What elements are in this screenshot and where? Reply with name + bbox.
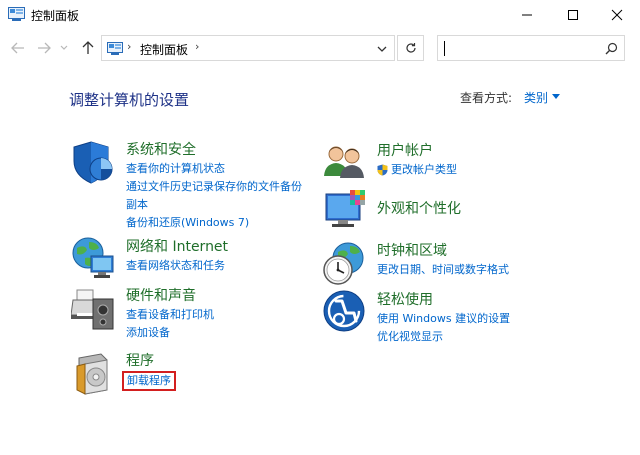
caret-down-icon[interactable] xyxy=(552,94,560,99)
window-title: 控制面板 xyxy=(31,9,80,23)
link-add-device[interactable]: 添加设备 xyxy=(126,324,214,342)
category-title[interactable]: 程序 xyxy=(126,350,154,370)
maximize-button[interactable] xyxy=(550,0,596,30)
back-button[interactable] xyxy=(8,38,28,58)
refresh-button[interactable] xyxy=(397,35,424,61)
breadcrumb-control-panel[interactable]: 控制面板 xyxy=(140,41,188,58)
link-optimize-visual-display[interactable]: 优化视觉显示 xyxy=(377,328,510,346)
link-view-network-status[interactable]: 查看网络状态和任务 xyxy=(126,257,225,275)
category-title[interactable]: 用户帐户 xyxy=(377,140,433,160)
category-title[interactable]: 系统和安全 xyxy=(126,139,196,159)
breadcrumb-separator-icon[interactable]: › xyxy=(195,40,199,53)
arrow-left-icon xyxy=(11,42,24,54)
link-view-computer-status[interactable]: 查看你的计算机状态 xyxy=(126,160,302,178)
chevron-down-icon xyxy=(60,45,68,50)
search-icon[interactable] xyxy=(605,42,618,55)
maximize-icon xyxy=(568,10,578,20)
users-icon[interactable] xyxy=(322,140,368,186)
shield-icon[interactable] xyxy=(71,139,117,185)
category-title[interactable]: 硬件和声音 xyxy=(126,285,196,305)
search-input[interactable] xyxy=(437,35,625,61)
minimize-icon xyxy=(522,14,532,16)
text-caret xyxy=(444,41,445,56)
clock-globe-icon[interactable] xyxy=(322,240,368,286)
printer-icon[interactable] xyxy=(71,285,117,331)
close-button[interactable] xyxy=(594,0,640,30)
chevron-down-icon[interactable] xyxy=(376,43,388,55)
link-file-history-backup[interactable]: 通过文件历史记录保存你的文件备份 xyxy=(126,178,302,196)
link-change-date-time-format[interactable]: 更改日期、时间或数字格式 xyxy=(377,261,509,279)
category-title[interactable]: 网络和 Internet xyxy=(126,236,228,256)
link-backup-restore[interactable]: 备份和还原(Windows 7) xyxy=(126,214,302,232)
view-by-label: 查看方式: xyxy=(460,91,513,105)
navigation-bar: › 控制面板 › xyxy=(0,32,640,64)
uac-shield-icon xyxy=(377,164,388,176)
ease-of-access-icon[interactable] xyxy=(322,289,368,335)
arrow-up-icon xyxy=(82,41,94,54)
link-change-account-type[interactable]: 更改帐户类型 xyxy=(377,161,457,179)
forward-button[interactable] xyxy=(34,38,54,58)
link-uninstall-program[interactable]: 卸载程序 xyxy=(122,371,176,391)
category-title[interactable]: 时钟和区域 xyxy=(377,240,447,260)
link-view-devices-printers[interactable]: 查看设备和打印机 xyxy=(126,306,214,324)
programs-icon[interactable] xyxy=(71,350,117,396)
minimize-button[interactable] xyxy=(504,0,550,30)
up-button[interactable] xyxy=(78,38,98,58)
view-by-dropdown[interactable]: 类别 xyxy=(524,89,548,106)
page-title: 调整计算机的设置 xyxy=(69,91,190,109)
arrow-right-icon xyxy=(38,42,51,54)
address-bar[interactable]: › 控制面板 › xyxy=(101,35,395,61)
control-panel-icon xyxy=(8,7,25,21)
category-title[interactable]: 外观和个性化 xyxy=(377,198,461,218)
breadcrumb-separator-icon[interactable]: › xyxy=(127,40,131,53)
network-globe-icon[interactable] xyxy=(71,236,117,282)
refresh-icon xyxy=(405,43,416,53)
control-panel-icon xyxy=(107,42,123,55)
title-bar: 控制面板 xyxy=(0,0,640,30)
close-icon xyxy=(611,9,623,21)
link-uninstall-program-wrapper: 卸载程序 xyxy=(122,371,176,391)
link-change-account-type-label: 更改帐户类型 xyxy=(391,163,457,176)
appearance-icon[interactable] xyxy=(322,188,368,234)
link-use-recommended-settings[interactable]: 使用 Windows 建议的设置 xyxy=(377,310,510,328)
recent-locations-button[interactable] xyxy=(58,38,70,58)
category-title[interactable]: 轻松使用 xyxy=(377,289,433,309)
link-file-history-backup-cont[interactable]: 副本 xyxy=(126,196,302,214)
